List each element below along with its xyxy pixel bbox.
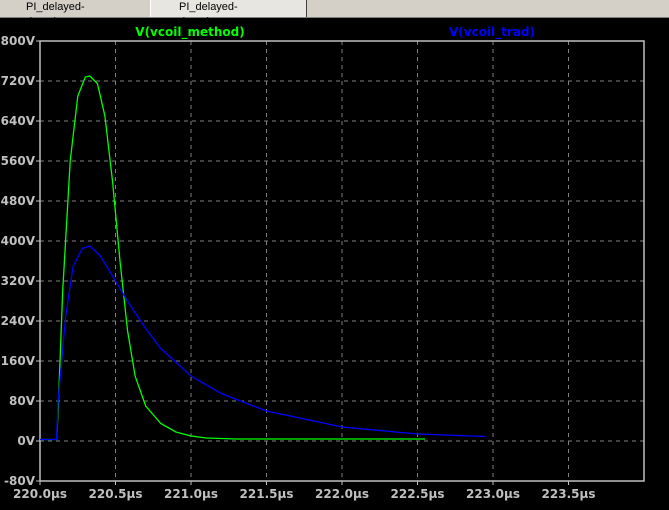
- y-tick-label: 240V: [1, 314, 36, 328]
- x-tick-label: 220.0µs: [13, 487, 67, 501]
- y-tick-label: 0V: [17, 434, 35, 448]
- x-tick-label: 220.5µs: [89, 487, 143, 501]
- waveform-plot[interactable]: 220.0µs 220.5µs 221.0µs 221.5µs 222.0µs 222.5…: [0, 18, 669, 510]
- x-tick-label: 222.5µs: [391, 487, 445, 501]
- y-tick-label: 160V: [1, 354, 36, 368]
- x-tick-label: 223.5µs: [542, 487, 596, 501]
- y-tick-label: 560V: [1, 154, 36, 168]
- x-tick-label: 221.5µs: [240, 487, 294, 501]
- y-tick-label: 480V: [1, 194, 36, 208]
- x-tick-label: 221.0µs: [164, 487, 218, 501]
- tab-schematic[interactable]: PI_delayed-damping.asc: [0, 0, 150, 28]
- x-tick-label: 222.0µs: [315, 487, 369, 501]
- tab-waveform[interactable]: PI_delayed-damping.raw: [150, 0, 307, 28]
- y-tick-label: 320V: [1, 274, 36, 288]
- y-tick-label: 400V: [1, 234, 36, 248]
- trace-vvcoil_trad: [40, 245, 486, 441]
- y-tick-label: 800V: [1, 34, 36, 48]
- y-tick-label: 720V: [1, 74, 36, 88]
- tab-bar: PI_delayed-damping.asc PI_delayed-dampin…: [0, 0, 669, 28]
- y-tick-label: 640V: [1, 114, 36, 128]
- y-tick-label: 80V: [9, 394, 36, 408]
- x-tick-label: 223.0µs: [466, 487, 520, 501]
- trace-vvcoil_method: [40, 75, 426, 441]
- trace-label[interactable]: V(vcoil_method): [135, 25, 244, 40]
- trace-label[interactable]: V(vcoil_trad): [449, 25, 535, 40]
- y-tick-label: -80V: [4, 474, 36, 488]
